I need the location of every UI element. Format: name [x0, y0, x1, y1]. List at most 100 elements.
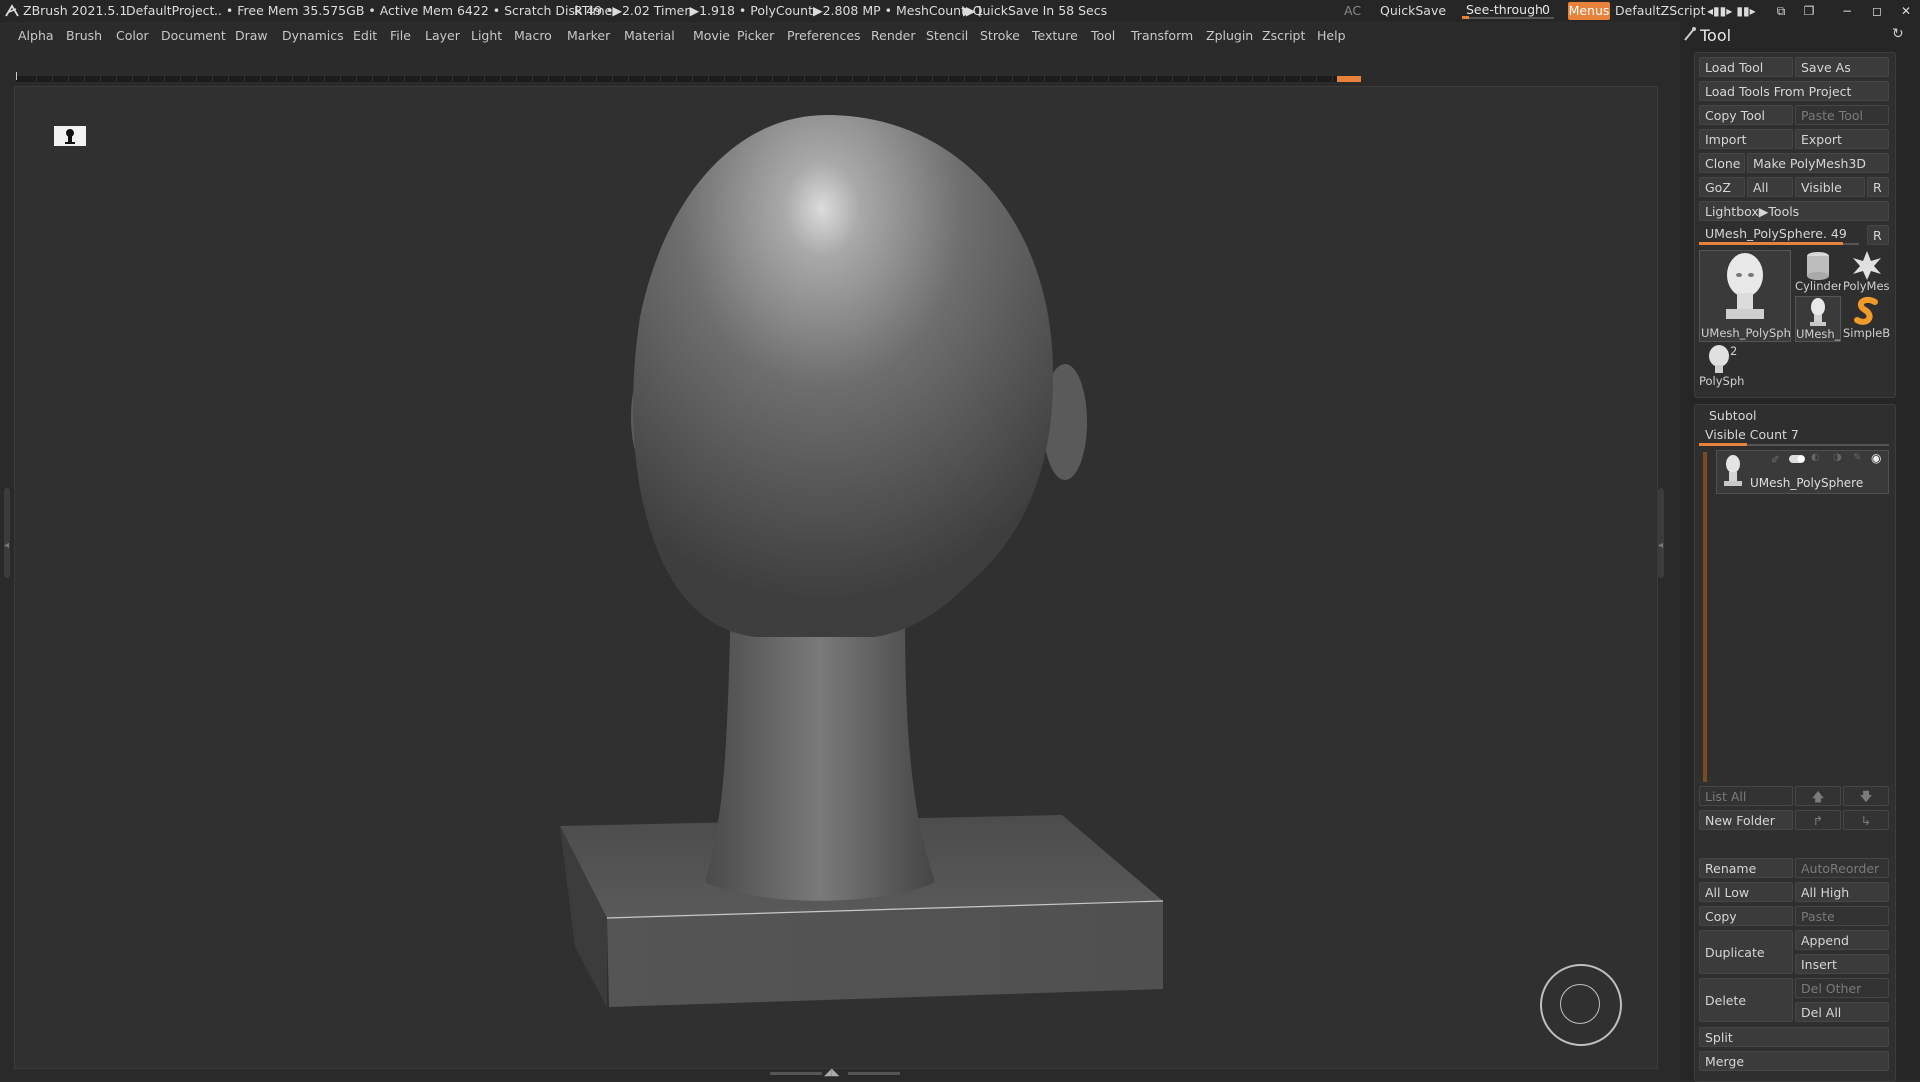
all-high-button[interactable]: All High — [1795, 882, 1889, 902]
navigation-gizmo-inner[interactable] — [1560, 984, 1600, 1024]
save-as-button[interactable]: Save As — [1795, 57, 1889, 77]
layout-restore-icon[interactable]: ❐ — [1798, 4, 1820, 18]
menu-layer[interactable]: Layer — [425, 28, 460, 43]
merge-section[interactable]: Merge — [1699, 1051, 1889, 1071]
ui-narrow-icon[interactable]: ◂▮▮▸ — [1707, 4, 1732, 18]
new-folder-button[interactable]: New Folder — [1699, 810, 1793, 830]
paste-tool-button[interactable]: Paste Tool — [1795, 105, 1889, 125]
delete-button[interactable]: Delete — [1699, 978, 1793, 1022]
load-tool-button[interactable]: Load Tool — [1699, 57, 1793, 77]
current-tool-r-button[interactable]: R — [1867, 225, 1889, 245]
goz-r-button[interactable]: R — [1867, 177, 1889, 197]
menu-texture[interactable]: Texture — [1032, 28, 1078, 43]
subtool-dynamic-icon[interactable]: ◑ — [1833, 452, 1842, 463]
paste-subtool-button[interactable]: Paste — [1795, 906, 1889, 926]
menu-macro[interactable]: Macro — [514, 28, 552, 43]
left-tray-arrow-icon[interactable]: ◂ — [4, 540, 9, 551]
menu-edit[interactable]: Edit — [353, 28, 377, 43]
subtool-visibility-eye-icon[interactable]: ◉ — [1871, 451, 1881, 465]
layout-switch-icon[interactable]: ⧉ — [1770, 4, 1792, 18]
head-model-render[interactable] — [15, 87, 1657, 1068]
see-through-slider[interactable]: See-through 0 — [1462, 2, 1554, 19]
import-button[interactable]: Import — [1699, 129, 1793, 149]
subtool-arrow-icon[interactable]: ⬃ — [1771, 454, 1779, 465]
tool-thumb-simplebrush[interactable]: SimpleB — [1843, 296, 1891, 342]
autoreorder-button[interactable]: AutoReorder — [1795, 858, 1889, 878]
copy-subtool-button[interactable]: Copy — [1699, 906, 1793, 926]
tool-thumb-polymesh[interactable]: PolyMes — [1843, 250, 1891, 294]
subtool-scrollbar[interactable] — [1703, 452, 1707, 782]
folder-out-icon[interactable]: ↳ — [1843, 810, 1889, 830]
menu-picker[interactable]: Picker — [737, 28, 774, 43]
timeline-track[interactable] — [16, 76, 1360, 82]
goz-visible-button[interactable]: Visible — [1795, 177, 1865, 197]
move-down-icon[interactable]: 🡇 — [1843, 786, 1889, 806]
menus-toggle-button[interactable]: Menus — [1568, 2, 1610, 20]
menu-transform[interactable]: Transform — [1131, 28, 1193, 43]
goz-button[interactable]: GoZ — [1699, 177, 1745, 197]
split-section[interactable]: Split — [1699, 1027, 1889, 1047]
close-icon[interactable]: ✕ — [1895, 4, 1917, 18]
navigation-gizmo[interactable] — [1540, 964, 1622, 1046]
lightbox-tools-button[interactable]: Lightbox▶Tools — [1699, 201, 1889, 221]
right-tray-grip[interactable] — [1658, 488, 1664, 578]
quicksave-button[interactable]: QuickSave — [1380, 3, 1446, 18]
tool-thumb-umesh-small[interactable]: UMesh_ — [1795, 296, 1841, 342]
subtool-title[interactable]: Subtool — [1703, 405, 1823, 425]
menu-stencil[interactable]: Stencil — [926, 28, 968, 43]
append-button[interactable]: Append — [1795, 930, 1889, 950]
menu-material[interactable]: Material — [624, 28, 675, 43]
tool-thumb-cylinder[interactable]: Cylinder — [1795, 250, 1841, 294]
bottom-tray-grip[interactable]: ◢◣ — [770, 1067, 900, 1078]
tool-thumb-umesh-polysphere[interactable]: UMesh_PolySphe — [1699, 250, 1791, 342]
menu-light[interactable]: Light — [471, 28, 502, 43]
menu-zplugin[interactable]: Zplugin — [1206, 28, 1253, 43]
menu-file[interactable]: File — [390, 28, 411, 43]
menu-render[interactable]: Render — [871, 28, 916, 43]
subtool-polypaint-icon[interactable]: ◐ — [1811, 452, 1820, 463]
clone-button[interactable]: Clone — [1699, 153, 1745, 173]
menu-help[interactable]: Help — [1317, 28, 1346, 43]
menu-tool[interactable]: Tool — [1091, 28, 1115, 43]
canvas-viewport[interactable] — [14, 86, 1658, 1069]
panel-refresh-icon[interactable]: ↻ — [1892, 26, 1904, 42]
menu-dynamics[interactable]: Dynamics — [282, 28, 344, 43]
ac-indicator[interactable]: AC — [1344, 3, 1361, 18]
all-low-button[interactable]: All Low — [1699, 882, 1793, 902]
menu-zscript[interactable]: Zscript — [1262, 28, 1305, 43]
menu-alpha[interactable]: Alpha — [18, 28, 54, 43]
export-button[interactable]: Export — [1795, 129, 1889, 149]
make-polymesh3d-button[interactable]: Make PolyMesh3D — [1747, 153, 1889, 173]
rename-button[interactable]: Rename — [1699, 858, 1793, 878]
move-up-icon[interactable]: 🡅 — [1795, 786, 1841, 806]
load-tools-from-project-button[interactable]: Load Tools From Project — [1699, 81, 1889, 101]
default-zscript-button[interactable]: DefaultZScript — [1615, 3, 1706, 18]
duplicate-button[interactable]: Duplicate — [1699, 930, 1793, 974]
menu-document[interactable]: Document — [161, 28, 226, 43]
menu-brush[interactable]: Brush — [66, 28, 102, 43]
del-all-button[interactable]: Del All — [1795, 1002, 1889, 1022]
copy-tool-button[interactable]: Copy Tool — [1699, 105, 1793, 125]
menu-preferences[interactable]: Preferences — [787, 28, 861, 43]
timeline-marker[interactable] — [1337, 76, 1361, 82]
menu-color[interactable]: Color — [116, 28, 149, 43]
menu-marker[interactable]: Marker — [567, 28, 610, 43]
list-all-button[interactable]: List All — [1699, 786, 1793, 806]
tool-panel-header[interactable]: Tool ↻ — [1684, 24, 1914, 48]
right-tray-arrow-icon[interactable]: ◂ — [1658, 540, 1663, 551]
menu-stroke[interactable]: Stroke — [980, 28, 1020, 43]
subtool-brush-icon[interactable]: ✎ — [1853, 452, 1861, 463]
minimize-icon[interactable]: − — [1836, 4, 1858, 18]
maximize-icon[interactable]: ◻ — [1866, 4, 1888, 18]
del-other-button[interactable]: Del Other — [1795, 978, 1889, 998]
goz-all-button[interactable]: All — [1747, 177, 1793, 197]
subtool-toggle-icon[interactable] — [1789, 452, 1805, 463]
subtool-item[interactable]: ⬃ ◐ ◑ ✎ ◉ UMesh_PolySphere — [1716, 450, 1889, 494]
left-tray-grip[interactable] — [4, 488, 10, 578]
current-tool-slider[interactable]: UMesh_PolySphere. 49 — [1699, 223, 1859, 243]
tool-thumb-polysphere[interactable]: 2 PolySph — [1699, 344, 1745, 390]
ui-wide-icon[interactable]: ▮▮▸ — [1735, 4, 1757, 18]
menu-movie[interactable]: Movie — [693, 28, 730, 43]
folder-in-icon[interactable]: ↱ — [1795, 810, 1841, 830]
bottom-tray-arrow-icon[interactable]: ◢◣ — [824, 1067, 839, 1078]
